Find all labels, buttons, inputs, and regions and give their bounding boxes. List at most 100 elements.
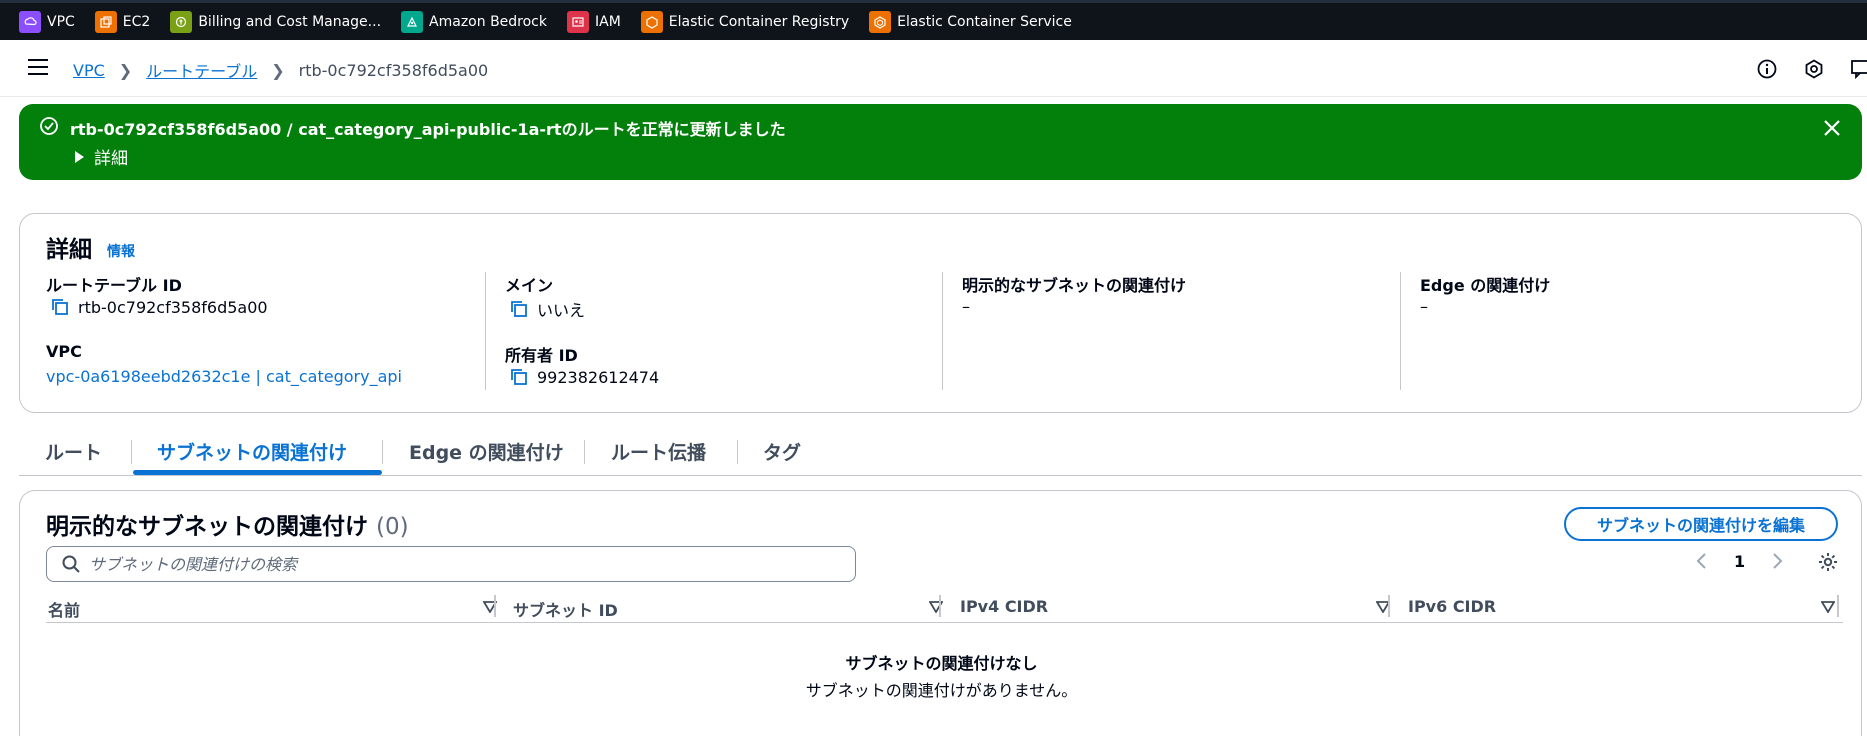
fav-vpc[interactable]: VPC	[19, 2, 75, 42]
breadcrumb-bar: VPC ❯ ルートテーブル ❯ rtb-0c792cf358f6d5a00	[0, 40, 1867, 97]
divider	[1400, 272, 1401, 390]
gear-icon[interactable]	[1817, 551, 1839, 573]
info-link[interactable]: 情報	[107, 241, 135, 261]
chevron-right-icon[interactable]	[1767, 551, 1787, 571]
copy-icon[interactable]	[50, 297, 70, 317]
fav-label: Amazon Bedrock	[429, 13, 547, 30]
column-subnet-id[interactable]: サブネット ID	[513, 597, 618, 621]
check-circle-icon	[40, 117, 58, 135]
bedrock-icon	[401, 10, 424, 33]
table-title: 明示的なサブネットの関連付け (0)	[46, 507, 409, 541]
edge-association-label: Edge の関連付け	[1420, 276, 1551, 295]
search-box	[46, 546, 856, 582]
tab-routes[interactable]: ルート	[45, 438, 102, 465]
search-icon	[62, 555, 80, 573]
fav-bedrock[interactable]: Amazon Bedrock	[401, 2, 547, 42]
flash-details-toggle[interactable]: 詳細	[75, 144, 128, 169]
main-label: メイン	[505, 276, 554, 295]
fav-ecs[interactable]: Elastic Container Service	[869, 2, 1072, 42]
chevron-right-icon: ❯	[118, 60, 133, 80]
route-table-id: rtb-0c792cf358f6d5a00	[78, 297, 268, 317]
column-ipv6-cidr[interactable]: IPv6 CIDR	[1408, 597, 1496, 616]
fav-label: VPC	[47, 13, 75, 30]
owner-id-label: 所有者 ID	[505, 346, 578, 365]
tab-divider	[131, 440, 132, 464]
fav-ecr[interactable]: Elastic Container Registry	[640, 2, 850, 42]
tab-subnet-associations[interactable]: サブネットの関連付け	[157, 438, 347, 465]
details-title: 詳細	[46, 237, 92, 263]
favorites-bar: VPC EC2 Billing and Cost Manage... Amazo…	[0, 0, 1867, 40]
tab-bar: ルート サブネットの関連付け Edge の関連付け ルート伝播 タグ	[19, 430, 1862, 476]
column-name[interactable]: 名前	[48, 597, 80, 621]
chevron-right-icon: ❯	[271, 60, 285, 80]
edit-subnet-associations-button[interactable]: サブネットの関連付けを編集	[1564, 507, 1838, 541]
tab-divider	[737, 440, 738, 464]
close-icon[interactable]	[1822, 118, 1842, 138]
breadcrumb-vpc[interactable]: VPC	[73, 61, 105, 80]
hexagon-icon[interactable]	[1803, 58, 1825, 80]
empty-state-title: サブネットの関連付けなし	[845, 654, 1038, 673]
flash-message: rtb-0c792cf358f6d5a00 / cat_category_api…	[70, 120, 786, 139]
vpc-icon	[19, 10, 41, 33]
column-divider[interactable]	[1837, 595, 1839, 617]
column-divider[interactable]	[494, 595, 496, 617]
route-table-id-label: ルートテーブル ID	[46, 276, 182, 295]
main-text: いいえ	[537, 301, 586, 320]
vpc-link[interactable]: vpc-0a6198eebd2632c1e | cat_category_api	[46, 367, 402, 386]
menu-icon[interactable]	[28, 59, 48, 77]
subnet-associations-table: 明示的なサブネットの関連付け (0) サブネットの関連付けを編集 1 名前 サブ…	[19, 490, 1862, 736]
divider	[942, 272, 943, 390]
chevron-left-icon[interactable]	[1692, 551, 1712, 571]
table-title-text: 明示的なサブネットの関連付け	[46, 514, 368, 540]
edge-association-value: –	[1420, 297, 1428, 316]
ecs-icon	[869, 10, 892, 33]
active-tab-indicator	[133, 470, 382, 475]
iam-icon	[567, 10, 589, 33]
copy-icon[interactable]	[509, 367, 529, 387]
explicit-subnet-label: 明示的なサブネットの関連付け	[962, 276, 1187, 295]
details-panel: 詳細 情報 ルートテーブル ID rtb-0c792cf358f6d5a00 V…	[19, 213, 1862, 413]
column-divider[interactable]	[1388, 595, 1390, 617]
fav-label: Elastic Container Registry	[668, 13, 850, 30]
caret-right-icon	[75, 150, 84, 163]
explicit-subnet-value: –	[962, 297, 970, 316]
fav-label: Elastic Container Service	[897, 13, 1072, 30]
empty-state-description: サブネットの関連付けがありません。	[805, 681, 1078, 700]
tab-tags[interactable]: タグ	[763, 438, 801, 465]
column-divider[interactable]	[939, 595, 941, 617]
route-table-id-value: rtb-0c792cf358f6d5a00	[50, 297, 268, 317]
table-header: 名前 サブネット ID IPv4 CIDR IPv6 CIDR	[46, 591, 1843, 623]
pagination: 1	[1692, 551, 1787, 571]
tab-edge-associations[interactable]: Edge の関連付け	[409, 438, 564, 465]
fav-iam[interactable]: IAM	[567, 2, 621, 42]
copy-icon[interactable]	[509, 299, 529, 319]
fav-label: IAM	[595, 13, 621, 30]
tab-route-propagation[interactable]: ルート伝播	[611, 438, 706, 465]
info-icon[interactable]	[1756, 58, 1778, 80]
column-ipv4-cidr[interactable]: IPv4 CIDR	[960, 597, 1048, 616]
flash-details-label: 詳細	[94, 149, 128, 169]
feedback-icon[interactable]	[1850, 58, 1867, 80]
breadcrumb-route-tables[interactable]: ルートテーブル	[146, 58, 257, 82]
breadcrumb: VPC ❯ ルートテーブル ❯ rtb-0c792cf358f6d5a00	[73, 58, 488, 82]
main-value: いいえ	[509, 297, 585, 321]
billing-icon	[170, 10, 193, 33]
ec2-icon	[94, 10, 117, 33]
divider	[485, 272, 486, 390]
breadcrumb-current: rtb-0c792cf358f6d5a00	[298, 60, 489, 80]
owner-id: 992382612474	[537, 367, 660, 387]
fav-label: EC2	[122, 13, 151, 30]
owner-id-value: 992382612474	[509, 367, 659, 387]
search-input[interactable]	[89, 554, 849, 574]
table-count: (0)	[376, 514, 409, 540]
sort-down-icon[interactable]	[1821, 601, 1835, 613]
tab-divider	[584, 440, 585, 464]
tab-divider	[382, 440, 383, 464]
success-flash: rtb-0c792cf358f6d5a00 / cat_category_api…	[19, 104, 1862, 180]
ecr-icon	[640, 10, 663, 33]
fav-label: Billing and Cost Manage...	[198, 13, 382, 30]
fav-ec2[interactable]: EC2	[94, 2, 151, 42]
page-number[interactable]: 1	[1734, 552, 1745, 571]
fav-billing[interactable]: Billing and Cost Manage...	[170, 2, 381, 42]
vpc-label: VPC	[46, 342, 82, 361]
